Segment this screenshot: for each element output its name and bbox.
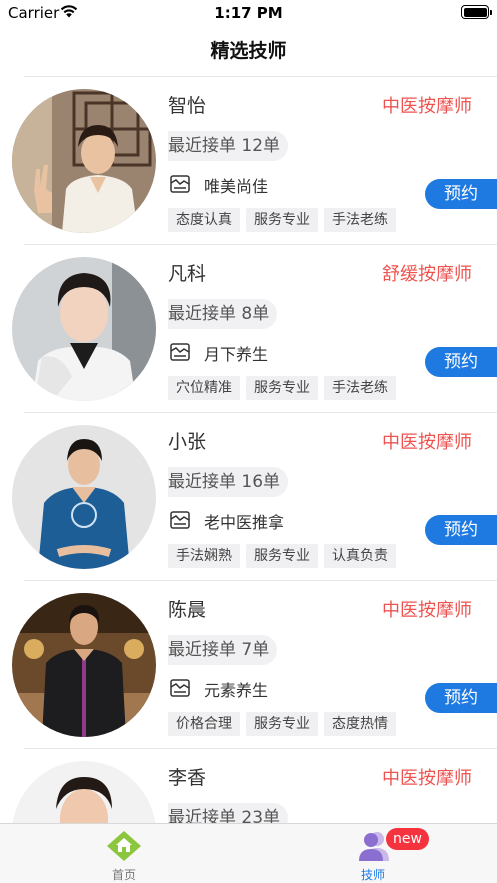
technician-name: 凡科: [168, 263, 207, 285]
tag-list: 态度认真 服务专业 手法老练: [168, 208, 396, 232]
battery-icon: [461, 5, 492, 19]
shop-icon: [170, 175, 190, 193]
skill-tag: 穴位精准: [168, 376, 240, 400]
book-button[interactable]: 预约: [425, 347, 497, 377]
shop-icon: [170, 343, 190, 361]
shop-name: 月下养生: [204, 345, 269, 364]
technician-title: 中医按摩师: [382, 600, 472, 621]
technician-title: 中医按摩师: [382, 768, 472, 789]
tab-technician[interactable]: new 技师: [249, 824, 497, 883]
orders-count: 最近接单 12单: [168, 131, 289, 161]
skill-tag: 服务专业: [246, 544, 318, 568]
technician-avatar: [12, 425, 156, 569]
tab-home[interactable]: 首页: [0, 824, 248, 883]
home-icon: [107, 831, 141, 861]
technician-title: 中医按摩师: [382, 432, 472, 453]
skill-tag: 服务专业: [246, 376, 318, 400]
technician-card[interactable]: 陈晨 中医按摩师 最近接单 7单 元素养生 价格合理 服务专业 态度热情 预约: [0, 581, 497, 749]
status-bar: Carrier 1:17 PM: [0, 0, 497, 26]
tab-technician-label: 技师: [360, 868, 385, 882]
technician-avatar: [12, 257, 156, 401]
tag-list: 手法娴熟 服务专业 认真负责: [168, 544, 396, 568]
tab-bar: 首页 new 技师: [0, 823, 497, 883]
shop-icon: [170, 511, 190, 529]
shop-name: 元素养生: [204, 681, 269, 700]
orders-count: 最近接单 16单: [168, 467, 289, 497]
orders-count: 最近接单 8单: [168, 299, 278, 329]
technician-title: 舒缓按摩师: [382, 264, 472, 285]
skill-tag: 价格合理: [168, 712, 240, 736]
skill-tag: 手法老练: [324, 376, 396, 400]
technician-avatar: [12, 761, 156, 823]
skill-tag: 手法娴熟: [168, 544, 240, 568]
clock: 1:17 PM: [214, 4, 283, 22]
skill-tag: 态度认真: [168, 208, 240, 232]
new-badge: new: [386, 828, 429, 850]
technician-card[interactable]: 小张 中医按摩师 最近接单 16单 老中医推拿 手法娴熟 服务专业 认真负责 预…: [0, 413, 497, 581]
technician-list[interactable]: 智怡 中医按摩师 最近接单 12单 唯美尚佳 态度认真 服务专业 手法老练 预约: [0, 77, 497, 823]
orders-count: 最近接单 23单: [168, 803, 289, 823]
tab-home-label: 首页: [111, 868, 136, 882]
technician-card[interactable]: 智怡 中医按摩师 最近接单 12单 唯美尚佳 态度认真 服务专业 手法老练 预约: [0, 77, 497, 245]
skill-tag: 服务专业: [246, 208, 318, 232]
skill-tag: 手法老练: [324, 208, 396, 232]
skill-tag: 认真负责: [324, 544, 396, 568]
technician-avatar: [12, 593, 156, 737]
technician-name: 李香: [168, 767, 207, 789]
tag-list: 价格合理 服务专业 态度热情: [168, 712, 396, 736]
skill-tag: 态度热情: [324, 712, 396, 736]
tag-list: 穴位精准 服务专业 手法老练: [168, 376, 396, 400]
technician-avatar: [12, 89, 156, 233]
skill-tag: 服务专业: [246, 712, 318, 736]
book-button[interactable]: 预约: [425, 515, 497, 545]
orders-count: 最近接单 7单: [168, 635, 278, 665]
page-title: 精选技师: [210, 40, 287, 62]
shop-name: 老中医推拿: [204, 513, 285, 532]
shop-name: 唯美尚佳: [204, 177, 269, 196]
book-button[interactable]: 预约: [425, 683, 497, 713]
technician-title: 中医按摩师: [382, 96, 472, 117]
technician-name: 小张: [168, 431, 207, 453]
technician-card[interactable]: 李香 中医按摩师 最近接单 23单: [0, 749, 497, 823]
technician-name: 智怡: [168, 95, 207, 117]
technician-card[interactable]: 凡科 舒缓按摩师 最近接单 8单 月下养生 穴位精准 服务专业 手法老练 预约: [0, 245, 497, 413]
shop-icon: [170, 679, 190, 697]
book-button[interactable]: 预约: [425, 179, 497, 209]
technician-name: 陈晨: [168, 599, 207, 621]
